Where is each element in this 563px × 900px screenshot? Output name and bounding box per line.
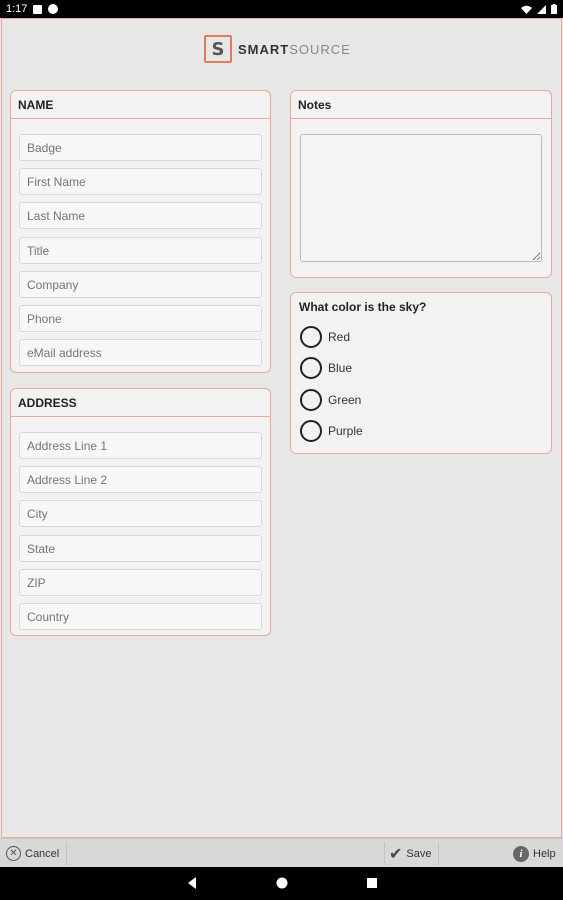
status-time: 1:17 — [6, 3, 28, 15]
cancel-label: Cancel — [25, 847, 60, 860]
city-field[interactable] — [19, 500, 262, 527]
radio-label: Blue — [328, 361, 353, 375]
radio-option-red[interactable]: Red — [300, 326, 350, 348]
help-icon: i — [513, 845, 529, 862]
status-bar: 1:17 — [0, 0, 563, 18]
radio-option-blue[interactable]: Blue — [300, 357, 352, 379]
divider — [384, 842, 385, 865]
signal-icon — [537, 4, 546, 14]
help-button[interactable]: i Help — [513, 839, 556, 868]
notes-panel: Notes — [290, 90, 552, 278]
cancel-button[interactable]: ✕ Cancel — [6, 839, 59, 868]
name-panel-title: NAME — [11, 91, 270, 119]
question-text: What color is the sky? — [299, 300, 427, 314]
radio-button[interactable] — [300, 420, 322, 442]
email-field[interactable] — [19, 339, 262, 366]
system-navigation-bar — [0, 867, 563, 900]
badge-field[interactable] — [19, 134, 262, 161]
wifi-icon — [521, 5, 532, 14]
first-name-field[interactable] — [19, 168, 262, 195]
smartsource-logo: S SMARTSOURCE — [204, 35, 351, 63]
radio-button[interactable] — [300, 389, 322, 411]
title-field[interactable] — [19, 237, 262, 264]
save-button[interactable]: ✔ Save — [389, 839, 431, 868]
battery-icon — [551, 4, 557, 14]
divider — [438, 842, 439, 865]
name-panel: NAME — [10, 90, 271, 373]
app-notification-icon — [48, 4, 59, 14]
cancel-icon: ✕ — [6, 846, 21, 861]
radio-label: Purple — [328, 424, 363, 438]
question-panel: What color is the sky? Red Blue Green Pu… — [290, 292, 552, 454]
phone-field[interactable] — [19, 305, 262, 332]
help-label: Help — [533, 847, 556, 860]
recents-icon[interactable] — [365, 876, 379, 890]
address-panel-title: ADDRESS — [11, 389, 270, 417]
bottom-action-bar: ✕ Cancel ✔ Save i Help — [0, 838, 563, 867]
notes-panel-title: Notes — [291, 91, 551, 119]
radio-option-purple[interactable]: Purple — [300, 420, 363, 442]
address-line-1-field[interactable] — [19, 432, 262, 459]
radio-button[interactable] — [300, 357, 322, 379]
address-line-2-field[interactable] — [19, 466, 262, 493]
radio-option-green[interactable]: Green — [300, 389, 361, 411]
radio-button[interactable] — [300, 326, 322, 348]
back-icon[interactable] — [185, 876, 199, 890]
country-field[interactable] — [19, 603, 262, 630]
address-panel: ADDRESS — [10, 388, 271, 636]
logo-mark-icon: S — [204, 35, 232, 63]
checkmark-icon: ✔ — [389, 845, 403, 863]
notification-icon — [33, 4, 43, 14]
divider — [66, 842, 67, 865]
save-label: Save — [406, 847, 432, 860]
home-icon[interactable] — [275, 876, 289, 890]
radio-label: Green — [328, 393, 362, 407]
logo-wordmark: SMARTSOURCE — [238, 41, 351, 57]
state-field[interactable] — [19, 535, 262, 562]
radio-label: Red — [328, 330, 351, 344]
last-name-field[interactable] — [19, 202, 262, 229]
zip-field[interactable] — [19, 569, 262, 596]
notes-textarea[interactable] — [300, 134, 542, 262]
company-field[interactable] — [19, 271, 262, 298]
